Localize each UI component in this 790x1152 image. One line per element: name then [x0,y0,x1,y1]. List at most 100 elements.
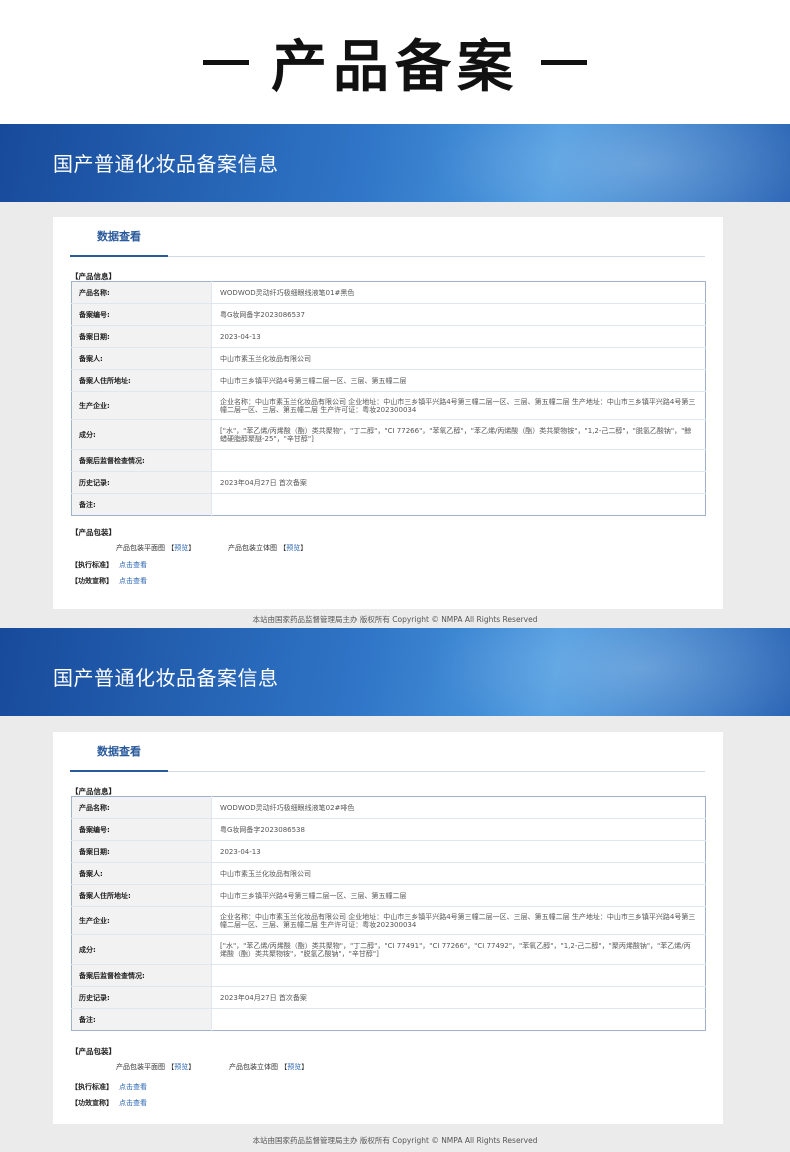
efficacy-row: 【功效宣称】 点击查看 [71,1098,147,1108]
product-info-table: 产品名称: WODWOD灵动纤巧极细眼线液笔01#黑色 备案编号: 粤G妆网备字20… [71,281,706,516]
row-key: 产品名称: [71,796,212,819]
efficacy-view-link[interactable]: 点击查看 [119,1099,147,1107]
row-key: 备案人住所地址: [71,369,212,392]
pkg-3d-preview-link[interactable]: 预览 [286,544,300,552]
row-value: 2023年04月27日 首次备案 [211,986,706,1009]
table-row: 成分: ["水"，"苯乙烯/丙烯酸（酯）类共聚物"，"丁二醇"，"CI 77266… [71,419,706,450]
table-row: 生产企业: 企业名称：中山市素玉兰化妆品有限公司 企业地址：中山市三乡镇平兴路4号… [71,391,706,420]
row-key: 备注: [71,1008,212,1031]
row-key: 备案日期: [71,840,212,863]
row-key: 备案人: [71,347,212,370]
row-value: 中山市三乡镇平兴路4号第三幢二层一区、三层、第五幢二层 [211,884,706,907]
row-key: 备案人住所地址: [71,884,212,907]
title-dash-right [541,59,587,65]
footer-copyright: 本站由国家药品监督管理局主办 版权所有 Copyright © NMPA All… [252,615,538,624]
pkg-front-label: 产品包装平面图 [116,1063,165,1071]
banner-title: 国产普通化妆品备案信息 [53,666,279,690]
row-value [211,449,706,472]
row-value: 粤G妆网备字2023086538 [211,818,706,841]
row-value: 2023-04-13 [211,840,706,863]
row-key: 历史记录: [71,471,212,494]
footer-copyright: 本站由国家药品监督管理局主办 版权所有 Copyright © NMPA All… [252,1136,538,1145]
row-value: 2023-04-13 [211,325,706,348]
standard-label: 【执行标准】 [71,561,113,569]
packaging-label: 【产品包装】 [71,528,116,537]
row-key: 备注: [71,493,212,516]
row-value: 中山市三乡镇平兴路4号第三幢二层一区、三层、第五幢二层 [211,369,706,392]
table-row: 备案人住所地址: 中山市三乡镇平兴路4号第三幢二层一区、三层、第五幢二层 [71,369,706,392]
row-value: ["水"，"苯乙烯/丙烯酸（酯）类共聚物"，"丁二醇"，"CI 77491"，"… [211,934,706,965]
table-row: 备注: [71,493,706,516]
row-key: 成分: [71,419,212,450]
row-value [211,964,706,987]
standard-row: 【执行标准】 点击查看 [71,560,147,570]
record-section-1: 国产普通化妆品备案信息 数据查看 【产品信息】 产品名称: WODWOD灵动纤巧极… [0,124,790,628]
table-row: 备案日期: 2023-04-13 [71,840,706,863]
table-row: 备案编号: 粤G妆网备字2023086538 [71,818,706,841]
record-section-2: 国产普通化妆品备案信息 数据查看 【产品信息】 产品名称: WODWOD灵动纤巧极… [0,628,790,1152]
row-key: 备案编号: [71,818,212,841]
efficacy-label: 【功效宣称】 [71,1099,113,1107]
row-value: WODWOD灵动纤巧极细眼线液笔02#啡色 [211,796,706,819]
table-row: 产品名称: WODWOD灵动纤巧极细眼线液笔01#黑色 [71,281,706,304]
row-value: 企业名称：中山市素玉兰化妆品有限公司 企业地址：中山市三乡镇平兴路4号第三幢二层… [211,391,706,420]
row-key: 备案后监督检查情况: [71,964,212,987]
tab-data-view[interactable]: 数据查看 [70,217,168,257]
row-value: 中山市素玉兰化妆品有限公司 [211,347,706,370]
standard-label: 【执行标准】 [71,1083,113,1091]
table-row: 成分: ["水"，"苯乙烯/丙烯酸（酯）类共聚物"，"丁二醇"，"CI 77491… [71,934,706,965]
table-row: 备案编号: 粤G妆网备字2023086537 [71,303,706,326]
pkg-front-preview-link[interactable]: 预览 [174,544,188,552]
page-title: 产品备案 [0,0,790,124]
table-row: 生产企业: 企业名称：中山市素玉兰化妆品有限公司 企业地址：中山市三乡镇平兴路4号… [71,906,706,935]
table-row: 备案后监督检查情况: [71,964,706,987]
efficacy-label: 【功效宣称】 [71,577,113,585]
title-dash-left [203,59,249,65]
table-row: 备案日期: 2023-04-13 [71,325,706,348]
table-row: 历史记录: 2023年04月27日 首次备案 [71,471,706,494]
product-info-table: 产品名称: WODWOD灵动纤巧极细眼线液笔02#啡色 备案编号: 粤G妆网备字20… [71,796,706,1031]
table-row: 备案人住所地址: 中山市三乡镇平兴路4号第三幢二层一区、三层、第五幢二层 [71,884,706,907]
pkg-front-item: 产品包装平面图 【预览】 [116,544,196,552]
pkg-3d-item: 产品包装立体图 【预览】 [228,544,308,552]
row-value: ["水"，"苯乙烯/丙烯酸（酯）类共聚物"，"丁二醇"，"CI 77266"，"… [211,419,706,450]
record-card: 数据查看 【产品信息】 产品名称: WODWOD灵动纤巧极细眼线液笔02#啡色 备… [53,732,723,1124]
row-key: 产品名称: [71,281,212,304]
efficacy-row: 【功效宣称】 点击查看 [71,576,147,586]
table-row: 产品名称: WODWOD灵动纤巧极细眼线液笔02#啡色 [71,796,706,819]
row-key: 生产企业: [71,906,212,935]
banner: 国产普通化妆品备案信息 [0,628,790,716]
pkg-3d-label: 产品包装立体图 [229,1063,278,1071]
row-value: 2023年04月27日 首次备案 [211,471,706,494]
table-row: 备案后监督检查情况: [71,449,706,472]
row-key: 生产企业: [71,391,212,420]
row-key: 备案日期: [71,325,212,348]
table-row: 备案人: 中山市素玉兰化妆品有限公司 [71,862,706,885]
efficacy-view-link[interactable]: 点击查看 [119,577,147,585]
standard-view-link[interactable]: 点击查看 [119,1083,147,1091]
standard-view-link[interactable]: 点击查看 [119,561,147,569]
table-row: 备案人: 中山市素玉兰化妆品有限公司 [71,347,706,370]
row-key: 备案编号: [71,303,212,326]
row-value: 中山市素玉兰化妆品有限公司 [211,862,706,885]
row-value: 企业名称：中山市素玉兰化妆品有限公司 企业地址：中山市三乡镇平兴路4号第三幢二层… [211,906,706,935]
pkg-3d-item: 产品包装立体图 【预览】 [229,1063,309,1071]
row-value: 粤G妆网备字2023086537 [211,303,706,326]
row-value [212,494,706,516]
pkg-3d-preview-link[interactable]: 预览 [287,1063,301,1071]
tab-bar: 数据查看 [70,217,705,257]
record-card: 数据查看 【产品信息】 产品名称: WODWOD灵动纤巧极细眼线液笔01#黑色 备… [53,217,723,609]
row-key: 备案后监督检查情况: [71,449,212,472]
pkg-front-preview-link[interactable]: 预览 [174,1063,188,1071]
standard-row: 【执行标准】 点击查看 [71,1082,147,1092]
row-key: 成分: [71,934,212,965]
row-value: WODWOD灵动纤巧极细眼线液笔01#黑色 [211,281,706,304]
tab-bar: 数据查看 [70,732,705,772]
table-row: 备注: [71,1008,706,1031]
pkg-3d-label: 产品包装立体图 [228,544,277,552]
row-value [212,1009,706,1031]
banner: 国产普通化妆品备案信息 [0,124,790,202]
table-row: 历史记录: 2023年04月27日 首次备案 [71,986,706,1009]
page-title-text: 产品备案 [271,34,519,100]
tab-data-view[interactable]: 数据查看 [70,732,168,772]
